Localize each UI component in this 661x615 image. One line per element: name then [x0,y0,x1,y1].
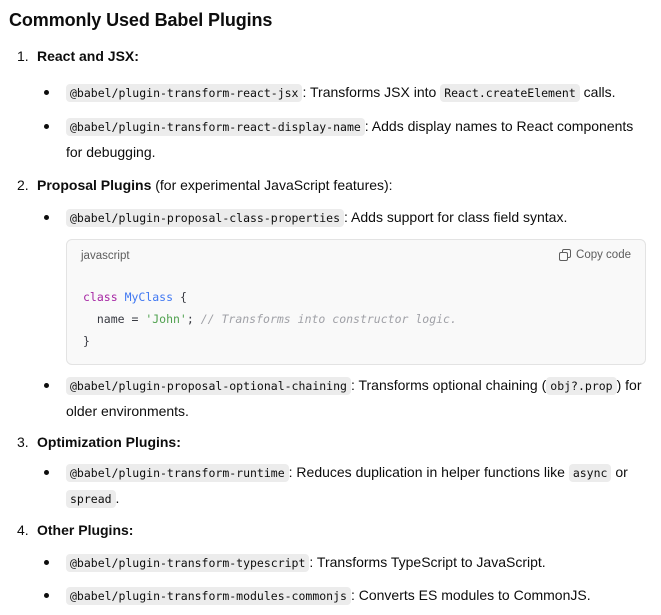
inline-code: async [568,464,612,482]
document: Commonly Used Babel Plugins 1. React and… [0,0,652,609]
section-number: 4. [17,522,29,538]
item-text: : Transforms optional chaining ( [350,377,547,393]
list-item: @babel/plugin-transform-react-jsx: Trans… [9,80,652,106]
code-text: ; [186,312,201,326]
code-class-name: MyClass [124,290,174,304]
item-text: or [611,464,628,480]
code-keyword: class [83,290,118,304]
bullet-icon [44,593,49,598]
section-title: Optimization Plugins: [37,434,181,450]
code-comment: // Transforms into constructor logic. [200,312,457,326]
section-optimization: 3. Optimization Plugins: @babel/plugin-t… [9,432,652,512]
bullet-icon [44,560,49,565]
code-language-label: javascript [81,250,130,262]
bullet-icon [44,124,49,129]
code-content: class MyClass { name = 'John'; // Transf… [67,272,645,352]
item-text: : Adds support for class field syntax. [344,209,568,225]
inline-code: @babel/plugin-transform-modules-commonjs [66,587,351,605]
inline-code: spread [66,490,116,508]
inline-code: @babel/plugin-transform-runtime [66,464,289,482]
section-heading: 2. Proposal Plugins (for experimental Ja… [9,175,652,195]
copy-code-button[interactable]: Copy code [559,249,631,261]
inline-code: @babel/plugin-transform-react-jsx [66,84,303,102]
inline-code: React.createElement [440,84,580,102]
list-item: @babel/plugin-proposal-optional-chaining… [9,373,652,424]
list-item: @babel/plugin-transform-typescript: Tran… [9,550,652,576]
section-number: 1. [17,48,29,64]
inline-code: @babel/plugin-transform-react-display-na… [66,118,365,136]
bullet-list: @babel/plugin-proposal-class-properties:… [9,205,652,231]
section-title: Other Plugins: [37,522,134,538]
section-other: 4. Other Plugins: @babel/plugin-transfor… [9,520,652,609]
bullet-icon [44,215,49,220]
bullet-list: @babel/plugin-proposal-optional-chaining… [9,373,652,424]
bullet-list: @babel/plugin-transform-runtime: Reduces… [9,460,652,512]
copy-icon [559,249,572,261]
item-text: calls. [579,84,616,100]
section-suffix: (for experimental JavaScript features): [151,177,393,193]
inline-code: @babel/plugin-transform-typescript [66,554,310,572]
section-title: Proposal Plugins [37,177,152,193]
bullet-list: @babel/plugin-transform-react-jsx: Trans… [9,80,652,165]
code-string: 'John' [145,312,187,326]
section-heading: 1. React and JSX: [9,46,652,66]
code-text: name = [83,312,146,326]
section-number: 2. [17,177,29,193]
inline-code: @babel/plugin-proposal-class-properties [66,209,345,227]
code-block: javascript Copy code class MyClass { nam… [66,239,646,365]
bullet-icon [44,470,49,475]
inline-code: @babel/plugin-proposal-optional-chaining [66,377,351,395]
list-item: @babel/plugin-transform-react-display-na… [9,114,652,165]
copy-code-label: Copy code [576,249,631,261]
section-heading: 4. Other Plugins: [9,520,652,540]
page-title: Commonly Used Babel Plugins [9,10,273,30]
code-text: { [173,290,187,304]
section-heading: 3. Optimization Plugins: [9,432,652,452]
list-item: @babel/plugin-transform-modules-commonjs… [9,583,652,609]
code-text: } [83,334,90,348]
code-header: javascript Copy code [67,240,645,272]
list-item: @babel/plugin-proposal-class-properties:… [9,205,652,231]
section-react-jsx: 1. React and JSX: @babel/plugin-transfor… [9,46,652,165]
section-title: React and JSX: [37,48,139,64]
section-proposal: 2. Proposal Plugins (for experimental Ja… [9,175,652,424]
item-text: : Transforms TypeScript to JavaScript. [309,554,546,570]
item-text: : Reduces duplication in helper function… [288,464,569,480]
section-number: 3. [17,434,29,450]
item-text: . [115,490,120,506]
bullet-icon [44,90,49,95]
inline-code: obj?.prop [546,377,617,395]
bullet-icon [44,383,49,388]
item-text: : Transforms JSX into [302,84,441,100]
bullet-list: @babel/plugin-transform-typescript: Tran… [9,550,652,609]
list-item: @babel/plugin-transform-runtime: Reduces… [9,460,652,512]
item-text: : Converts ES modules to CommonJS. [350,587,591,603]
